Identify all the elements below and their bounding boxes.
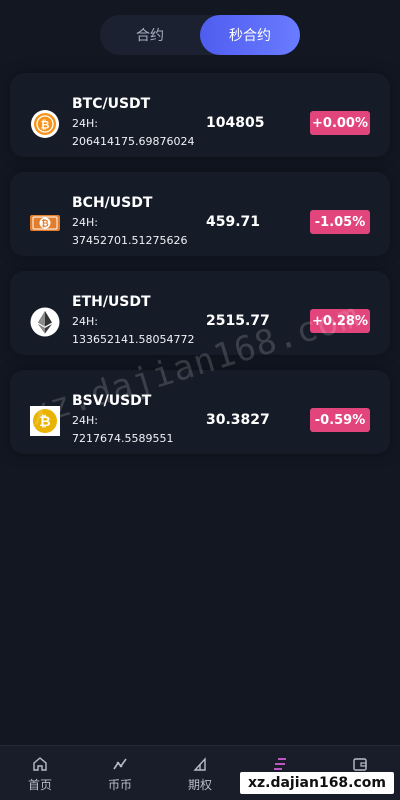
nav-home[interactable]: 首页 bbox=[0, 746, 80, 800]
change-badge: -1.05% bbox=[310, 210, 370, 234]
btc-icon: ₿ bbox=[31, 110, 59, 138]
tab-contract[interactable]: 合约 bbox=[100, 15, 200, 55]
nav-spot-label: 币币 bbox=[107, 778, 132, 792]
contract-icon bbox=[274, 758, 286, 770]
nav-home-label: 首页 bbox=[27, 778, 52, 792]
volume-label: 24H: bbox=[72, 216, 98, 229]
svg-text:₿: ₿ bbox=[41, 119, 50, 132]
pair-name: ETH/USDT bbox=[72, 294, 151, 310]
chart-icon bbox=[113, 758, 127, 770]
volume-value: 7217674.5589551 bbox=[72, 432, 174, 445]
pair-name: BCH/USDT bbox=[72, 195, 153, 211]
price: 30.3827 bbox=[206, 412, 270, 428]
market-row-btc[interactable]: ₿ BTC/USDT 24H: 206414175.69876024 10480… bbox=[10, 73, 390, 157]
tab-second-contract[interactable]: 秒合约 bbox=[200, 15, 300, 55]
options-icon bbox=[193, 757, 206, 771]
nav-spot[interactable]: 币币 bbox=[80, 746, 160, 800]
price: 104805 bbox=[206, 115, 265, 131]
svg-text:₿: ₿ bbox=[41, 219, 48, 230]
pair-name: BTC/USDT bbox=[72, 96, 151, 112]
domain-badge: xz.dajian168.com bbox=[239, 772, 394, 794]
eth-icon bbox=[30, 307, 60, 337]
bch-icon: ₿ bbox=[30, 215, 60, 231]
market-row-bch[interactable]: ₿ BCH/USDT 24H: 37452701.51275626 459.71… bbox=[10, 172, 390, 256]
nav-options[interactable]: 期权 bbox=[160, 746, 240, 800]
volume-value: 206414175.69876024 bbox=[72, 135, 195, 148]
contract-type-switch: 合约 秒合约 bbox=[100, 15, 300, 55]
volume-value: 133652141.58054772 bbox=[72, 333, 195, 346]
change-badge: -0.59% bbox=[310, 408, 370, 432]
nav-options-label: 期权 bbox=[187, 778, 212, 792]
volume-value: 37452701.51275626 bbox=[72, 234, 188, 247]
home-icon bbox=[33, 757, 47, 771]
volume-label: 24H: bbox=[72, 315, 98, 328]
wallet-icon bbox=[353, 758, 367, 771]
price: 459.71 bbox=[206, 214, 261, 230]
volume-label: 24H: bbox=[72, 117, 98, 130]
change-badge: +0.00% bbox=[310, 111, 370, 135]
